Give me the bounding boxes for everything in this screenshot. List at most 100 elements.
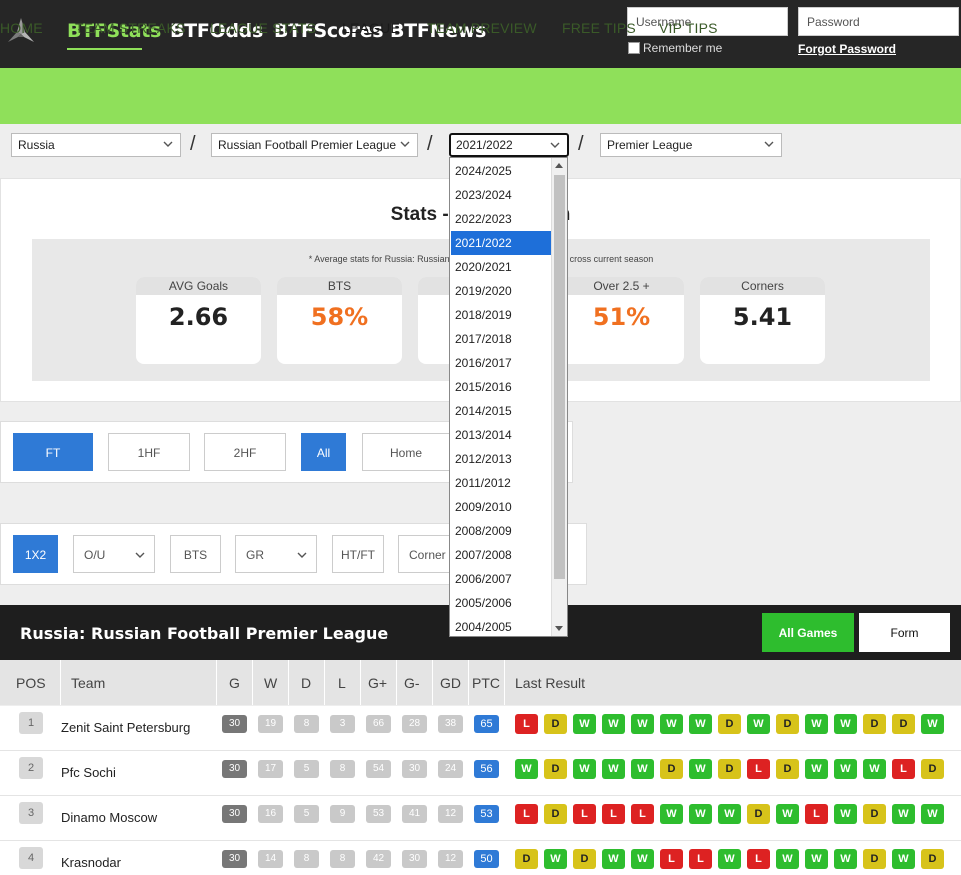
remember-checkbox[interactable] (628, 42, 640, 54)
selector-separator: / (578, 133, 584, 155)
team-name[interactable]: Pfc Sochi (61, 765, 116, 780)
season-option[interactable]: 2007/2008 (451, 543, 551, 567)
result-badge: W (921, 804, 944, 824)
scroll-up-icon[interactable] (553, 160, 565, 172)
season-option[interactable]: 2020/2021 (451, 255, 551, 279)
season-option[interactable]: 2014/2015 (451, 399, 551, 423)
header-ptc[interactable]: PTC (472, 675, 500, 691)
nav-home[interactable]: HOME (0, 20, 43, 36)
result-badge: D (718, 714, 741, 734)
header-l[interactable]: L (338, 675, 346, 691)
country-select[interactable]: Russia (11, 133, 181, 157)
stat-label: AVG Goals (136, 277, 261, 295)
stat-label: BTS (277, 277, 402, 295)
scroll-down-icon[interactable] (553, 622, 565, 634)
season-option[interactable]: 2009/2010 (451, 495, 551, 519)
result-badge: D (863, 804, 886, 824)
result-badge: W (747, 714, 770, 734)
filter-ft-button[interactable]: FT (13, 433, 93, 471)
market-1x2-button[interactable]: 1X2 (13, 535, 58, 573)
competition-select[interactable]: Premier League (600, 133, 782, 157)
stat-tile-bts: BTS 58% (277, 277, 402, 364)
result-badge: D (892, 714, 915, 734)
market-corner-button[interactable]: Corner (398, 535, 452, 573)
season-select[interactable]: 2021/2022 (449, 133, 569, 157)
season-option[interactable]: 2018/2019 (451, 303, 551, 327)
season-option[interactable]: 2008/2009 (451, 519, 551, 543)
season-option[interactable]: 2022/2023 (451, 207, 551, 231)
ga-badge: 28 (402, 715, 427, 733)
filter-1hf-button[interactable]: 1HF (108, 433, 190, 471)
all-games-button[interactable]: All Games (762, 613, 854, 652)
market-htft-button[interactable]: HT/FT (332, 535, 384, 573)
season-option[interactable]: 2024/2025 (451, 159, 551, 183)
forgot-password-link[interactable]: Forgot Password (798, 42, 896, 56)
nav-league-stats[interactable]: LEAGUE STATS (210, 20, 316, 36)
team-name[interactable]: Krasnodar (61, 855, 121, 870)
header-gd[interactable]: GD (440, 675, 461, 691)
result-badge: W (631, 849, 654, 869)
season-option[interactable]: 2019/2020 (451, 279, 551, 303)
column-separator (288, 660, 289, 705)
season-option[interactable]: 2021/2022 (451, 231, 551, 255)
result-badge: L (805, 804, 828, 824)
result-badge: W (660, 714, 683, 734)
header-team[interactable]: Team (71, 675, 105, 691)
season-option[interactable]: 2006/2007 (451, 567, 551, 591)
header-d[interactable]: D (301, 675, 311, 691)
season-option[interactable]: 2005/2006 (451, 591, 551, 615)
nav-team-preview[interactable]: TEAM PREVIEW (427, 20, 537, 36)
result-badge: W (863, 759, 886, 779)
header-w[interactable]: W (264, 675, 277, 691)
season-option[interactable]: 2015/2016 (451, 375, 551, 399)
filter-all-button[interactable]: All (301, 433, 346, 471)
stats-note-right: cross current season (569, 254, 654, 264)
market-bts-button[interactable]: BTS (170, 535, 221, 573)
header-gplus[interactable]: G+ (368, 675, 387, 691)
nav-league[interactable]: LEAGUE (342, 20, 400, 36)
result-badge: D (921, 849, 944, 869)
nav-vip-tips[interactable]: VIP TIPS (659, 20, 718, 36)
season-option[interactable]: 2004/2005 (451, 615, 551, 636)
gf-badge: 54 (366, 760, 391, 778)
header-g[interactable]: G (229, 675, 240, 691)
dropdown-scrollbar-thumb[interactable] (554, 175, 565, 579)
filter-home-button[interactable]: Home (362, 433, 450, 471)
season-option[interactable]: 2012/2013 (451, 447, 551, 471)
result-badge: W (834, 714, 857, 734)
form-button[interactable]: Form (859, 613, 950, 652)
market-ou-dropdown[interactable]: O/U (73, 535, 155, 573)
stat-value: 51% (592, 303, 651, 331)
season-option[interactable]: 2017/2018 (451, 327, 551, 351)
nav-team-streaks[interactable]: TEAM STREAKS (75, 20, 186, 36)
header-pos[interactable]: POS (16, 675, 46, 691)
games-badge: 30 (222, 850, 247, 868)
league-select[interactable]: Russian Football Premier League (211, 133, 418, 157)
password-input[interactable]: Password (798, 7, 959, 36)
season-option[interactable]: 2011/2012 (451, 471, 551, 495)
result-badge: D (863, 714, 886, 734)
column-separator (324, 660, 325, 705)
team-name[interactable]: Zenit Saint Petersburg (61, 720, 190, 735)
season-option[interactable]: 2013/2014 (451, 423, 551, 447)
country-select-value: Russia (18, 138, 55, 152)
column-separator (252, 660, 253, 705)
season-option[interactable]: 2023/2024 (451, 183, 551, 207)
column-separator (360, 660, 361, 705)
stats-note-left: * Average stats for Russia: Russian (308, 254, 450, 264)
nav-free-tips[interactable]: FREE TIPS (562, 20, 636, 36)
d-badge: 5 (294, 805, 319, 823)
w-badge: 17 (258, 760, 283, 778)
remember-me[interactable]: Remember me (628, 41, 722, 55)
market-gr-dropdown[interactable]: GR (235, 535, 317, 573)
result-badge: W (834, 804, 857, 824)
result-badge: D (544, 714, 567, 734)
header-gminus[interactable]: G- (404, 675, 420, 691)
season-option[interactable]: 2016/2017 (451, 351, 551, 375)
games-badge: 30 (222, 760, 247, 778)
result-badge: D (747, 804, 770, 824)
filter-2hf-button[interactable]: 2HF (204, 433, 286, 471)
result-badge: W (660, 804, 683, 824)
result-badge: W (515, 759, 538, 779)
team-name[interactable]: Dinamo Moscow (61, 810, 157, 825)
